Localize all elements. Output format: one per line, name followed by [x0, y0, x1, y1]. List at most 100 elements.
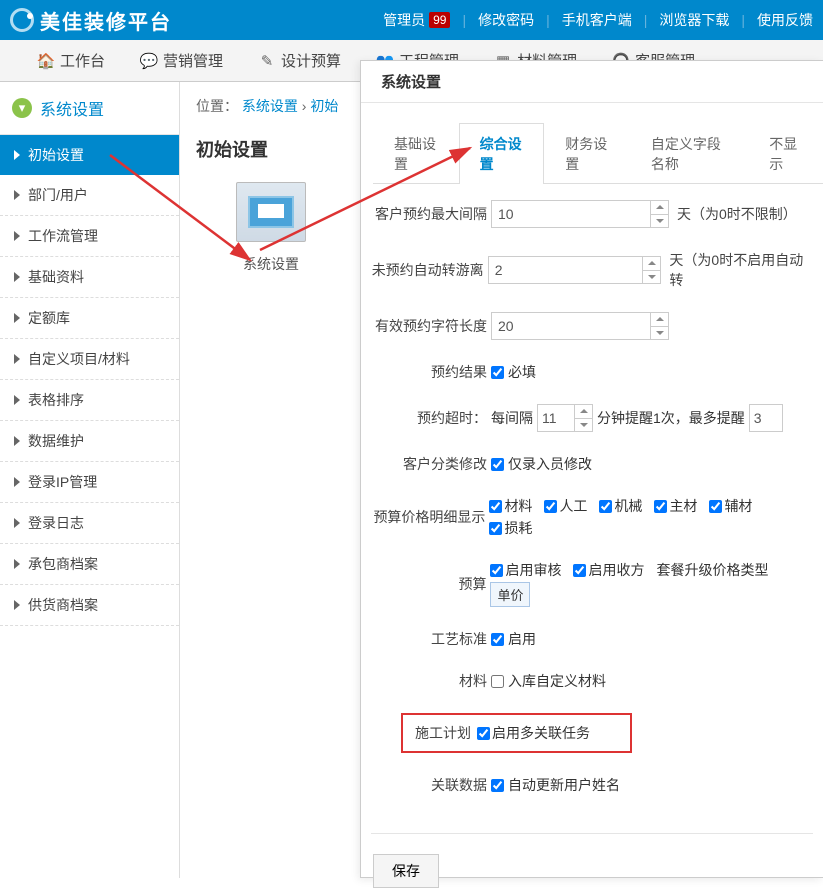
logo-text: 美佳装修平台 [40, 6, 172, 35]
password-link[interactable]: 修改密码 [478, 10, 534, 30]
sidebar-item-label: 基础资料 [28, 267, 84, 287]
spin-down-icon[interactable] [643, 270, 660, 284]
result-required-checkbox[interactable] [491, 366, 504, 379]
sidebar-item-basedata[interactable]: 基础资料 [0, 257, 179, 298]
tab-general[interactable]: 综合设置 [459, 123, 545, 184]
form-row-autoleave: 未预约自动转游离 2 天（为0时不启用自动转 [371, 250, 813, 290]
after-text: 天（为0时不启用自动转 [669, 250, 813, 290]
sidebar-item-label: 部门/用户 [28, 185, 88, 205]
chk-machine[interactable] [599, 500, 612, 513]
form-row-budget: 预算 启用审核 启用收方 套餐升级价格类型 单价 [371, 560, 813, 607]
logo-area: 美佳装修平台 [10, 6, 172, 35]
related-checkbox[interactable] [491, 779, 504, 792]
save-button[interactable]: 保存 [373, 854, 439, 888]
sidebar: ▾ 系统设置 初始设置 部门/用户 工作流管理 基础资料 定额库 自定义项目/材… [0, 82, 180, 878]
mobile-link[interactable]: 手机客户端 [562, 10, 632, 30]
chk-label: 必填 [508, 362, 536, 382]
form-row-timeout: 预约超时： 每间隔 11 分钟提醒1次，最多提醒 3 [371, 404, 813, 432]
craft-checkbox[interactable] [491, 633, 504, 646]
popup-title: 系统设置 [361, 61, 823, 103]
sidebar-item-dept[interactable]: 部门/用户 [0, 175, 179, 216]
chk-audit[interactable] [490, 564, 503, 577]
highlight-box: 施工计划 启用多关联任务 [401, 713, 632, 753]
sidebar-item-label: 初始设置 [28, 145, 84, 165]
timeout-max-spinner[interactable]: 3 [749, 404, 783, 432]
nav-marketing[interactable]: 💬 营销管理 [123, 40, 241, 82]
tab-custom-fields[interactable]: 自定义字段名称 [630, 123, 748, 184]
sidebar-item-custom[interactable]: 自定义项目/材料 [0, 339, 179, 380]
chk-label: 仅录入员修改 [508, 454, 592, 474]
notification-badge[interactable]: 99 [429, 12, 450, 28]
home-icon: 🏠 [38, 53, 54, 69]
chk-main[interactable] [654, 500, 667, 513]
breadcrumb-lvl2[interactable]: 初始 [310, 98, 338, 114]
feedback-link[interactable]: 使用反馈 [757, 10, 813, 30]
logo-icon [10, 8, 34, 32]
chk-labor[interactable] [544, 500, 557, 513]
form-row-classify: 客户分类修改 仅录入员修改 [371, 454, 813, 474]
chk-material[interactable] [489, 500, 502, 513]
timeout-interval-spinner[interactable]: 11 [537, 404, 593, 432]
caret-icon [14, 477, 20, 487]
sidebar-item-tablesort[interactable]: 表格排序 [0, 380, 179, 421]
browser-link[interactable]: 浏览器下载 [659, 10, 729, 30]
nav-label: 工作台 [60, 50, 105, 71]
maxinterval-spinner[interactable]: 10 [491, 200, 669, 228]
form-row-material: 材料 入库自定义材料 [371, 671, 813, 691]
sidebar-item-label: 表格排序 [28, 390, 84, 410]
nav-workbench[interactable]: 🏠 工作台 [20, 40, 123, 82]
chk-loss[interactable] [489, 522, 502, 535]
spin-up-icon[interactable] [651, 313, 668, 326]
spin-down-icon[interactable] [575, 418, 592, 432]
sidebar-item-datamaint[interactable]: 数据维护 [0, 421, 179, 462]
sidebar-item-loginlog[interactable]: 登录日志 [0, 503, 179, 544]
caret-icon [14, 190, 20, 200]
form-row-charlen: 有效预约字符长度 20 [371, 312, 813, 340]
chk-label: 启用收方 [588, 560, 644, 580]
spinner-value: 11 [542, 410, 557, 426]
spin-up-icon[interactable] [651, 201, 668, 214]
form-label: 有效预约字符长度 [371, 316, 491, 336]
sidebar-item-loginip[interactable]: 登录IP管理 [0, 462, 179, 503]
sidebar-item-label: 承包商档案 [28, 554, 98, 574]
sidebar-item-contractor[interactable]: 承包商档案 [0, 544, 179, 585]
tab-hidden[interactable]: 不显示 [748, 123, 823, 184]
menu-dot-icon: ▾ [12, 98, 32, 118]
classify-checkbox[interactable] [491, 458, 504, 471]
autoleave-spinner[interactable]: 2 [488, 256, 662, 284]
breadcrumb-lvl1[interactable]: 系统设置 [242, 98, 298, 114]
charlen-spinner[interactable]: 20 [491, 312, 669, 340]
module-system-settings[interactable]: 系统设置 [226, 182, 316, 274]
chk-label: 材料 [504, 496, 532, 516]
spin-down-icon[interactable] [651, 214, 668, 228]
form-label: 关联数据 [371, 775, 491, 795]
spinner-value: 20 [498, 318, 514, 334]
chk-label: 辅材 [724, 496, 752, 516]
chk-label: 启用多关联任务 [492, 723, 590, 743]
chk-label: 启用 [508, 629, 536, 649]
settings-popup: 系统设置 基础设置 综合设置 财务设置 自定义字段名称 不显示 客户预约最大间隔… [360, 60, 823, 878]
spin-down-icon[interactable] [651, 326, 668, 340]
spin-up-icon[interactable] [575, 405, 592, 418]
chk-aux[interactable] [709, 500, 722, 513]
module-icon [236, 182, 306, 242]
sidebar-item-label: 登录IP管理 [28, 472, 97, 492]
caret-icon [14, 559, 20, 569]
form-row-result: 预约结果 必填 [371, 362, 813, 382]
sidebar-item-quota[interactable]: 定额库 [0, 298, 179, 339]
nav-design[interactable]: ✎ 设计预算 [241, 40, 359, 82]
construction-checkbox[interactable] [477, 727, 490, 740]
price-type-tag[interactable]: 单价 [490, 582, 530, 607]
chk-receive[interactable] [573, 564, 586, 577]
form-label: 施工计划 [415, 723, 477, 743]
material-checkbox[interactable] [491, 675, 504, 688]
spin-up-icon[interactable] [643, 257, 660, 270]
form-area: 客户预约最大间隔 10 天（为0时不限制） 未预约自动转游离 2 天（为0时不启… [361, 184, 823, 833]
form-row-craft: 工艺标准 启用 [371, 629, 813, 649]
sidebar-item-supplier[interactable]: 供货商档案 [0, 585, 179, 626]
tab-basic[interactable]: 基础设置 [373, 123, 459, 184]
sidebar-item-workflow[interactable]: 工作流管理 [0, 216, 179, 257]
sidebar-item-initial[interactable]: 初始设置 [0, 135, 179, 175]
tab-finance[interactable]: 财务设置 [544, 123, 630, 184]
admin-link[interactable]: 管理员 [383, 10, 425, 30]
